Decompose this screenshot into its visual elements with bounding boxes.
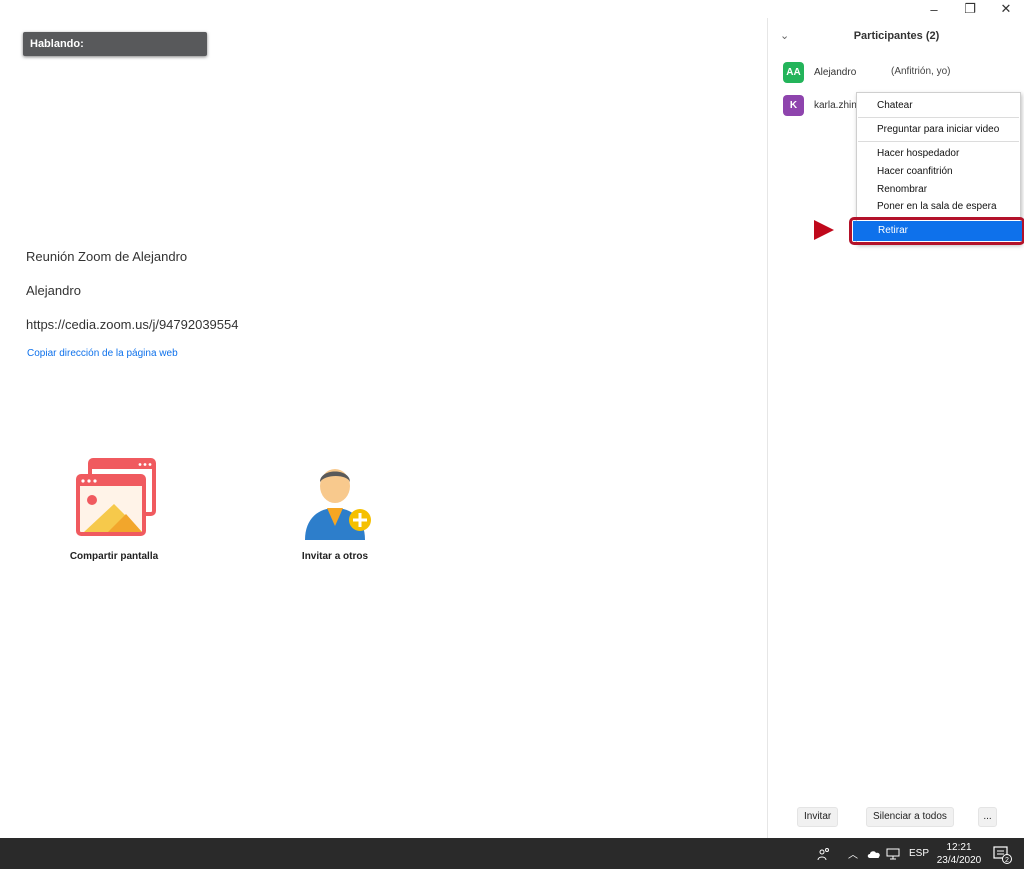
notification-center-icon[interactable]: 2	[992, 838, 1012, 869]
menu-item-make-host[interactable]: Hacer hospedador	[857, 145, 1020, 162]
share-screen-button[interactable]: Compartir pantalla	[54, 458, 174, 562]
participants-header: ⌄ Participantes (2)	[768, 18, 1024, 54]
invite-person-icon	[305, 469, 371, 540]
clock-date: 23/4/2020	[936, 854, 982, 866]
more-options-button[interactable]: ...	[978, 807, 997, 827]
red-arrow-pointer	[814, 220, 834, 240]
clock[interactable]: 12:21 23/4/2020	[935, 838, 983, 869]
host-name: Alejandro	[26, 283, 81, 298]
remove-highlight-box	[849, 217, 1024, 245]
meeting-main-area: Hablando: Reunión Zoom de Alejandro Alej…	[0, 18, 767, 838]
avatar: AA	[783, 61, 804, 83]
clock-time: 12:21	[946, 841, 972, 853]
mute-all-button[interactable]: Silenciar a todos	[866, 807, 954, 827]
minimize-button[interactable]: –	[916, 0, 952, 18]
language-indicator[interactable]: ESP	[909, 838, 929, 869]
network-icon[interactable]	[886, 838, 900, 869]
share-screen-icon	[76, 458, 156, 536]
participant-name: Alejandro	[814, 66, 857, 78]
participant-name: karla.zhin	[814, 99, 857, 111]
zoom-meeting-window: – ❐ ✕ Hablando: Reunión Zoom de Alejandr…	[0, 0, 1024, 838]
menu-item-ask-start-video[interactable]: Preguntar para iniciar video	[857, 121, 1020, 138]
cloud-icon[interactable]	[867, 838, 881, 869]
speaking-indicator: Hablando:	[23, 32, 207, 56]
copy-url-link[interactable]: Copiar dirección de la página web	[27, 348, 178, 359]
menu-item-rename[interactable]: Renombrar	[857, 181, 1020, 198]
people-icon[interactable]	[817, 838, 831, 869]
invite-others-button[interactable]: Invitar a otros	[275, 458, 395, 562]
menu-divider	[858, 117, 1019, 118]
share-screen-label: Compartir pantalla	[69, 551, 159, 562]
participants-title: Participantes (2)	[853, 30, 940, 42]
menu-item-make-cohost[interactable]: Hacer coanfitrión	[857, 163, 1020, 180]
chevron-up-icon[interactable]: ︿	[848, 838, 858, 869]
taskbar: ︿ ESP 12:21 23/4/2020 2	[0, 838, 1024, 869]
meeting-url: https://cedia.zoom.us/j/94792039554	[26, 317, 239, 332]
menu-item-chat[interactable]: Chatear	[857, 97, 1020, 114]
meeting-title: Reunión Zoom de Alejandro	[26, 249, 188, 264]
restore-button[interactable]: ❐	[952, 0, 988, 18]
invite-others-label: Invitar a otros	[301, 551, 369, 562]
participant-row[interactable]: AA Alejandro (Anfitrión, yo)	[783, 61, 950, 83]
participant-row[interactable]: K karla.zhin	[783, 94, 857, 116]
avatar: K	[783, 94, 804, 116]
menu-divider	[858, 141, 1019, 142]
notification-count: 2	[1005, 857, 1009, 864]
participant-role: (Anfitrión, yo)	[891, 66, 951, 77]
invite-button[interactable]: Invitar	[797, 807, 839, 827]
menu-item-waiting-room[interactable]: Poner en la sala de espera	[857, 198, 1020, 215]
close-button[interactable]: ✕	[988, 0, 1024, 18]
